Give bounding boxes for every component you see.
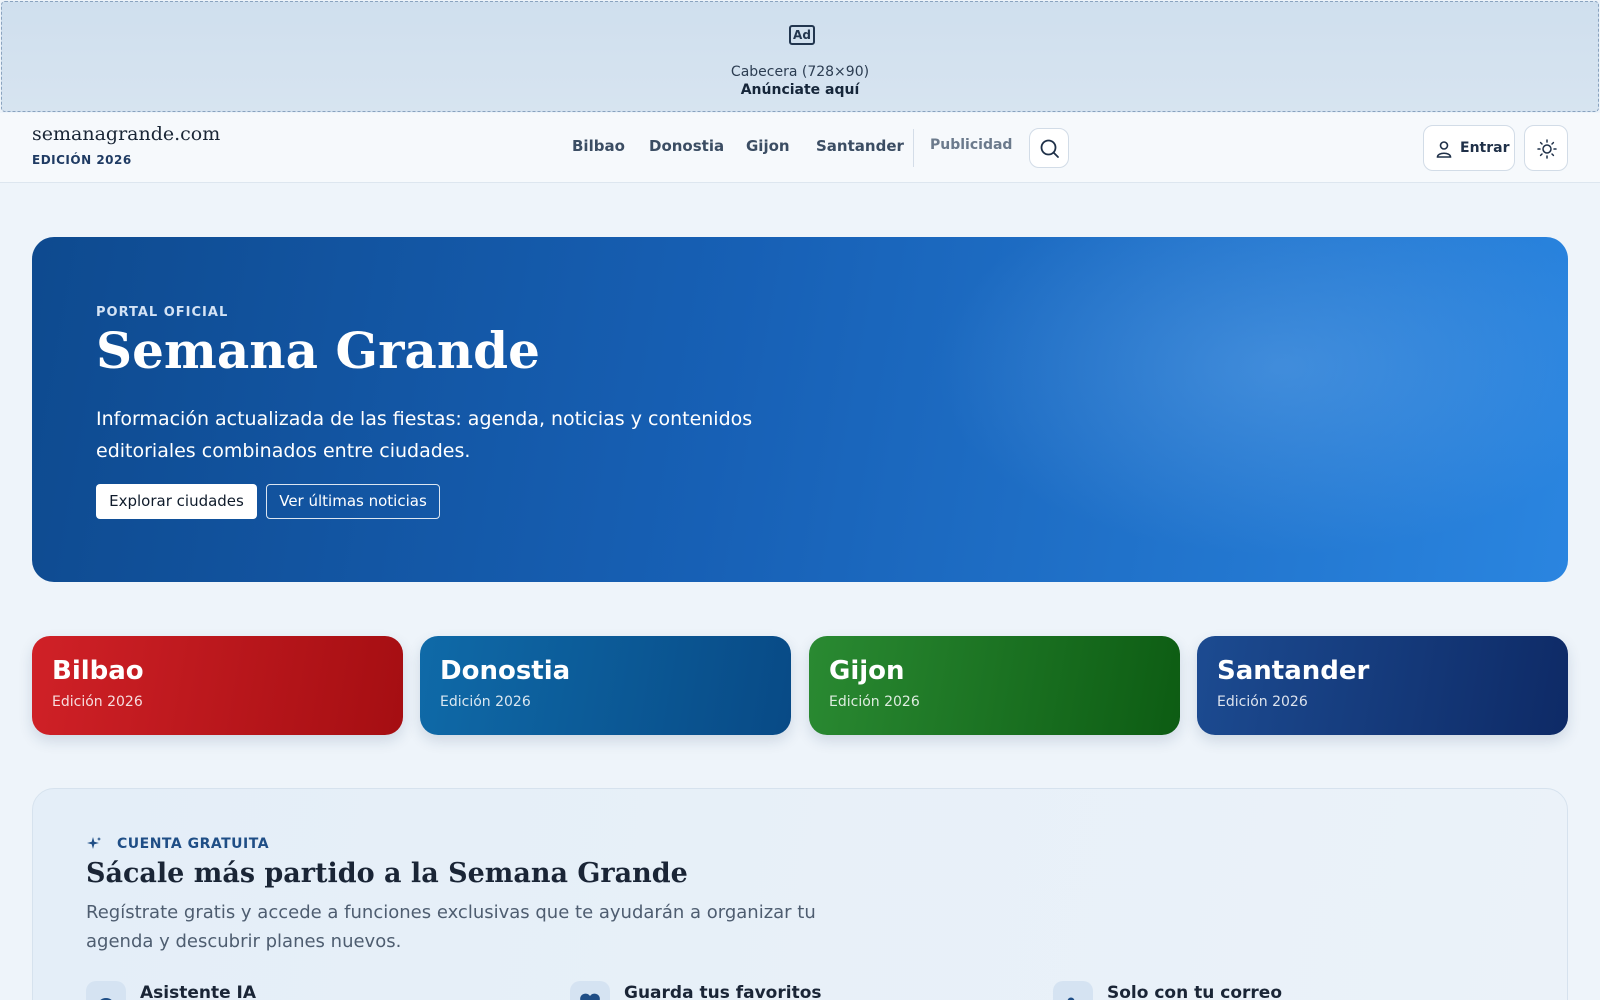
city-edition: Edición 2026 bbox=[52, 694, 143, 710]
panel-kicker: CUENTA GRATUITA bbox=[117, 836, 270, 852]
login-button[interactable]: Entrar bbox=[1423, 125, 1515, 171]
sun-icon bbox=[1537, 139, 1557, 159]
ad-banner[interactable]: Ad Cabecera (728×90) Anúnciate aquí bbox=[1, 1, 1599, 112]
hero-banner: PORTAL OFICIAL Semana Grande Información… bbox=[32, 237, 1568, 582]
city-name: Bilbao bbox=[52, 656, 144, 686]
explore-cities-button[interactable]: Explorar ciudades bbox=[96, 484, 257, 519]
user-icon bbox=[1436, 141, 1452, 158]
city-card-donostia[interactable]: Donostia Edición 2026 bbox=[420, 636, 791, 735]
hero-title: Semana Grande bbox=[96, 321, 540, 380]
nav-link-advertising[interactable]: Publicidad bbox=[930, 137, 1012, 153]
chat-icon bbox=[86, 981, 126, 1000]
city-name: Gijon bbox=[829, 656, 905, 686]
city-card-santander[interactable]: Santander Edición 2026 bbox=[1197, 636, 1568, 735]
edition-label: EDICIÓN 2026 bbox=[32, 153, 132, 167]
theme-toggle-button[interactable] bbox=[1524, 125, 1568, 171]
sparkle-icon bbox=[87, 837, 101, 849]
city-edition: Edición 2026 bbox=[829, 694, 920, 710]
city-edition: Edición 2026 bbox=[1217, 694, 1308, 710]
search-icon bbox=[1040, 139, 1059, 158]
ad-cta-link[interactable]: Anúnciate aquí bbox=[2, 82, 1598, 98]
heart-icon bbox=[570, 981, 610, 1000]
nav-link-santander[interactable]: Santander bbox=[816, 137, 904, 155]
city-edition: Edición 2026 bbox=[440, 694, 531, 710]
city-card-bilbao[interactable]: Bilbao Edición 2026 bbox=[32, 636, 403, 735]
site-header: semanagrande.com EDICIÓN 2026 Bilbao Don… bbox=[0, 113, 1600, 183]
hero-subtitle: Información actualizada de las fiestas: … bbox=[96, 408, 753, 462]
login-label: Entrar bbox=[1460, 140, 1510, 156]
latest-news-button[interactable]: Ver últimas noticias bbox=[266, 484, 440, 519]
site-brand[interactable]: semanagrande.com bbox=[32, 123, 220, 145]
feature-email-only: Solo con tu correo bbox=[1107, 983, 1283, 1000]
user-check-icon bbox=[1053, 981, 1093, 1000]
city-name: Santander bbox=[1217, 656, 1370, 686]
nav-divider bbox=[913, 129, 914, 167]
feature-favorites: Guarda tus favoritos bbox=[624, 983, 822, 1000]
city-name: Donostia bbox=[440, 656, 571, 686]
feature-ai-assistant: Asistente IA bbox=[140, 983, 257, 1000]
hero-kicker: PORTAL OFICIAL bbox=[96, 305, 229, 320]
free-account-panel: CUENTA GRATUITA Sácale más partido a la … bbox=[32, 788, 1568, 1000]
ad-size-label: Cabecera (728×90) bbox=[730, 64, 870, 80]
search-button[interactable] bbox=[1029, 128, 1069, 168]
nav-link-bilbao[interactable]: Bilbao bbox=[572, 137, 625, 155]
ad-icon: Ad bbox=[789, 25, 815, 45]
hero-glow bbox=[932, 237, 1568, 557]
city-card-gijon[interactable]: Gijon Edición 2026 bbox=[809, 636, 1180, 735]
panel-title: Sácale más partido a la Semana Grande bbox=[86, 858, 688, 889]
panel-subtitle: Regístrate gratis y accede a funciones e… bbox=[86, 902, 816, 952]
nav-link-gijon[interactable]: Gijon bbox=[746, 137, 790, 155]
nav-link-donostia[interactable]: Donostia bbox=[649, 137, 724, 155]
